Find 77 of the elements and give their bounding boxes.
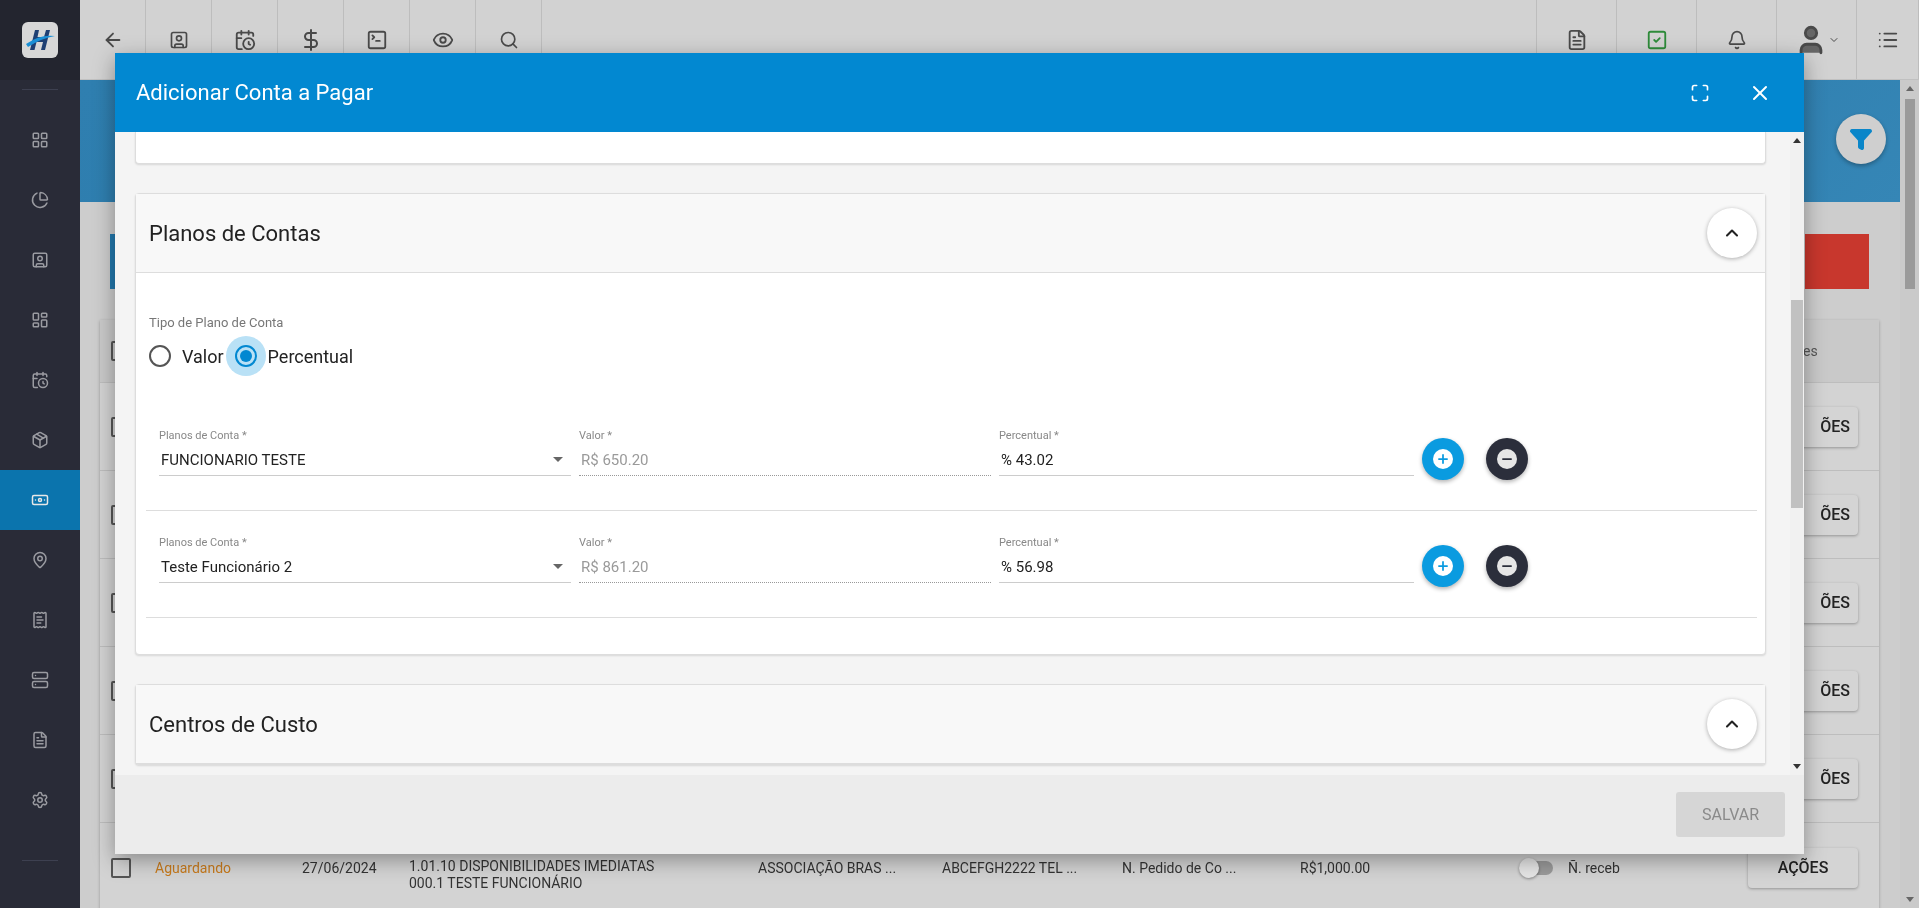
- checkbox[interactable]: [111, 857, 131, 878]
- received-toggle[interactable]: [1521, 860, 1553, 875]
- status-text: Aguardando: [155, 859, 233, 876]
- contact-card-icon: [168, 29, 189, 50]
- plus-icon: [1433, 556, 1453, 576]
- settings-icon: [31, 791, 49, 809]
- board-icon: [31, 311, 49, 329]
- column-header: es: [1802, 343, 1819, 359]
- field-label: Percentual *: [999, 428, 1059, 442]
- section-title: Planos de Contas: [149, 220, 321, 246]
- radio-label[interactable]: Percentual: [267, 345, 354, 367]
- logo-icon: [22, 22, 58, 58]
- search-icon: [498, 29, 519, 50]
- radio-label[interactable]: Valor: [182, 345, 224, 367]
- fullscreen-icon: [1690, 82, 1710, 103]
- account-select[interactable]: Planos de Conta * Teste Funcionário 2: [159, 535, 571, 583]
- dialog-title: Adicionar Conta a Pagar: [136, 80, 375, 105]
- received-label: Ñ. receb: [1568, 859, 1621, 876]
- minus-icon: [1497, 556, 1517, 576]
- filter-icon: [1849, 127, 1873, 151]
- field-label: Percentual *: [999, 535, 1059, 549]
- account-select[interactable]: Planos de Conta * FUNCIONARIO TESTE: [159, 428, 571, 476]
- document-text: ABCEFGH2222 TEL ...: [942, 859, 1079, 876]
- field-label: Valor *: [579, 428, 612, 442]
- add-button[interactable]: [1422, 545, 1464, 587]
- order-text: N. Pedido de Co ...: [1122, 859, 1238, 876]
- dropdown-caret-icon: [553, 456, 563, 462]
- amount-text: R$1,000.00: [1300, 859, 1372, 876]
- radio-button[interactable]: [225, 336, 266, 376]
- add-button[interactable]: [1422, 438, 1464, 480]
- scroll-down-icon: [1905, 897, 1914, 902]
- field-label: Planos de Conta *: [159, 428, 247, 442]
- scrollbar-thumb[interactable]: [1904, 99, 1915, 289]
- dialog-scrollbar[interactable]: [1790, 132, 1804, 775]
- calendar-clock-icon: [31, 371, 49, 389]
- filter-button[interactable]: [1836, 114, 1886, 164]
- radio-group-label: Tipo de Plano de Conta: [148, 315, 285, 330]
- value-field[interactable]: Valor * R$ 861.20: [579, 535, 991, 583]
- minus-icon: [1497, 449, 1517, 469]
- date-text: 27/06/2024: [302, 859, 378, 876]
- collapse-button[interactable]: [1707, 208, 1757, 258]
- field-label: Planos de Conta *: [159, 535, 247, 549]
- scroll-down-icon: [1793, 764, 1801, 769]
- receipt-icon: [31, 611, 49, 629]
- remove-button[interactable]: [1486, 545, 1528, 587]
- scrollbar-thumb[interactable]: [1791, 299, 1803, 508]
- remove-button[interactable]: [1486, 438, 1528, 480]
- plus-icon: [1433, 449, 1453, 469]
- field-value: % 56.98: [1000, 557, 1054, 576]
- terminal-icon: [365, 28, 388, 51]
- field-value: R$ 650.20: [580, 450, 649, 469]
- field-value: FUNCIONARIO TESTE: [160, 450, 306, 469]
- description-text: 1.01.10 DISPONIBILIDADES IMEDIATAS 000.1 TESTE FUNCIONÁRIO: [409, 856, 656, 892]
- bell-icon: [1726, 29, 1747, 50]
- field-value: Teste Funcionário 2: [160, 557, 293, 576]
- supplier-text: ASSOCIAÇÃO BRAS ...: [758, 859, 898, 876]
- document-icon: [31, 731, 49, 749]
- percent-field[interactable]: Percentual * % 43.02: [999, 428, 1414, 476]
- check-square-icon: [1645, 28, 1668, 51]
- actions-button[interactable]: AÇÕES: [1748, 847, 1858, 888]
- field-value: % 43.02: [1000, 450, 1054, 469]
- scroll-up-icon: [1793, 138, 1801, 143]
- dropdown-caret-icon: [553, 563, 563, 569]
- map-pin-icon: [31, 551, 49, 569]
- field-value: R$ 861.20: [580, 557, 649, 576]
- section-title: Centros de Custo: [149, 711, 318, 737]
- pie-chart-icon: [31, 191, 49, 209]
- value-field[interactable]: Valor * R$ 650.20: [579, 428, 991, 476]
- percent-field[interactable]: Percentual * % 56.98: [999, 535, 1414, 583]
- collapse-button[interactable]: [1707, 699, 1757, 749]
- field-label: Valor *: [579, 535, 612, 549]
- package-icon: [31, 431, 49, 449]
- calendar-clock-icon: [233, 28, 256, 51]
- grid-icon: [31, 131, 49, 149]
- scroll-up-icon: [1905, 86, 1914, 91]
- server-icon: [31, 671, 49, 689]
- contact-card-icon: [31, 251, 49, 269]
